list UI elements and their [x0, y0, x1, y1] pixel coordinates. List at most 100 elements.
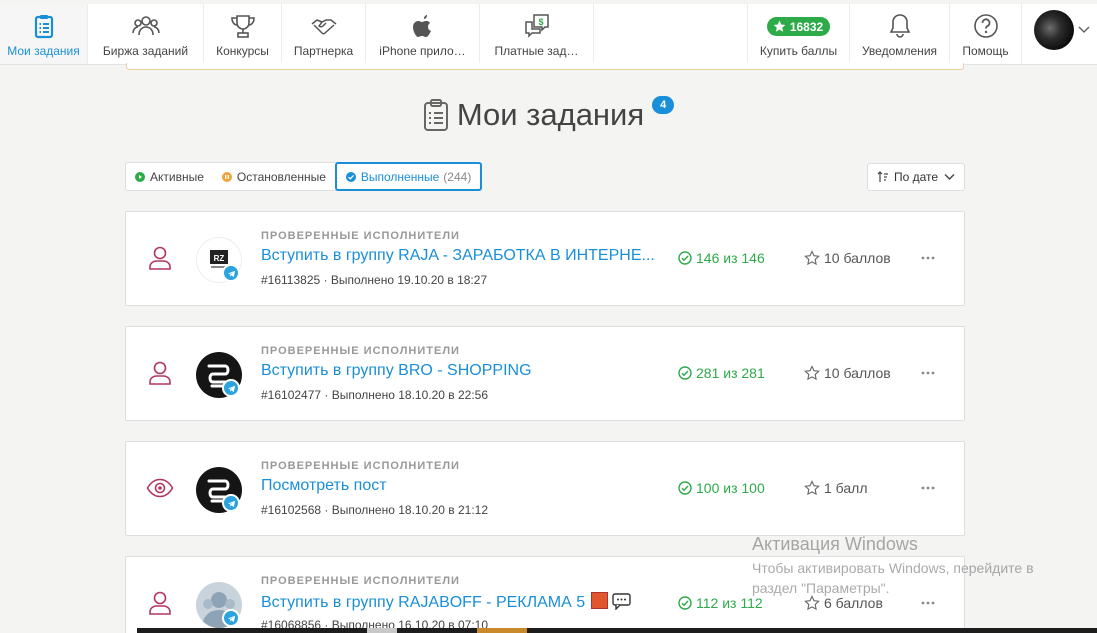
play-icon: [135, 171, 145, 182]
sort-dropdown[interactable]: По дате: [867, 163, 965, 191]
tab-stopped[interactable]: Остановленные: [213, 163, 335, 190]
tab-stopped-label: Остановленные: [236, 169, 326, 184]
task-title-link[interactable]: Вступить в группу RAJABOFF - РЕКЛАМА 5: [261, 592, 631, 612]
taskbar-item[interactable]: [367, 628, 397, 633]
users-icon: [131, 16, 160, 36]
os-taskbar: [137, 628, 1097, 633]
nav-partners[interactable]: Партнерка: [282, 4, 366, 64]
task-reward-value: 10 баллов: [824, 250, 891, 266]
more-options-icon[interactable]: [921, 256, 935, 260]
task-progress-value: 100 из 100: [696, 480, 765, 496]
task-progress: 146 из 146: [678, 250, 765, 266]
more-options-icon[interactable]: [921, 371, 935, 375]
nav-paid-tasks[interactable]: $ Платные зад…: [480, 4, 594, 64]
task-title-text: Вступить в группу RAJABOFF - РЕКЛАМА 5: [261, 594, 586, 611]
user-icon: [149, 591, 171, 615]
windows-activation-watermark: Активация Windows Чтобы активировать Win…: [752, 534, 1072, 598]
more-options-icon[interactable]: [921, 486, 935, 490]
user-icon: [149, 246, 171, 270]
notice-bar-edge: [126, 63, 964, 70]
task-kicker: Проверенные исполнители: [261, 460, 460, 472]
task-progress: 100 из 100: [678, 480, 765, 496]
task-progress: 281 из 281: [678, 365, 765, 381]
task-meta: #16102477 · Выполнено 18.10.20 в 22:56: [261, 388, 489, 402]
sos-emoji-icon: [591, 592, 609, 609]
check-circle-icon: [345, 171, 356, 182]
task-reward-value: 1 балл: [824, 480, 868, 496]
task-progress: 112 из 112: [678, 595, 763, 611]
tab-completed-label: Выполненные: [360, 169, 440, 184]
tab-active-label: Активные: [150, 169, 204, 184]
task-reward: 1 балл: [804, 480, 868, 496]
tab-active[interactable]: Активные: [126, 163, 213, 190]
nav-paid-tasks-label: Платные зад…: [494, 44, 579, 58]
tab-completed[interactable]: Выполненные (244): [334, 162, 483, 191]
buy-points-label: Купить баллы: [759, 44, 838, 58]
task-card[interactable]: Проверенные исполнители Вступить в групп…: [125, 326, 965, 421]
task-card[interactable]: Проверенные исполнители Посмотреть пост …: [125, 441, 965, 536]
taskbar-item[interactable]: [477, 628, 527, 633]
star-outline-icon: [804, 250, 820, 266]
help-label: Помощь: [962, 44, 1009, 58]
task-completed-date: Выполнено 18.10.20 в 22:56: [331, 388, 489, 402]
task-title-link[interactable]: Вступить в группу RAJA - ЗАРАБОТКА В ИНТ…: [261, 247, 655, 265]
star-icon: [773, 20, 786, 32]
chevron-down-icon[interactable]: [1078, 26, 1090, 34]
task-reward: 10 баллов: [804, 365, 891, 381]
avatar[interactable]: [1034, 10, 1074, 50]
task-id: #16113825: [261, 273, 321, 287]
nav-task-exchange[interactable]: Биржа заданий: [88, 4, 204, 64]
notifications-label: Уведомления: [861, 44, 938, 58]
paid-chat-icon: $: [524, 14, 549, 38]
points-balance-badge: 16832: [766, 17, 831, 36]
top-navigation: Мои задания Биржа заданий Конкурсы Партн…: [0, 4, 1097, 65]
sort-label: По дате: [893, 170, 939, 184]
tasks-count-badge: 4: [652, 96, 675, 114]
points-balance: 16832: [789, 19, 824, 34]
nav-contests-label: Конкурсы: [216, 44, 269, 58]
apple-icon: [412, 15, 431, 37]
telegram-icon: [222, 264, 240, 282]
page-header: Мои задания 4: [0, 96, 1097, 133]
nav-iphone-app[interactable]: iPhone прило…: [366, 4, 480, 64]
watermark-text: Чтобы активировать Windows, перейдите в …: [752, 560, 1034, 596]
help-icon: [973, 14, 998, 38]
watermark-heading: Активация Windows: [752, 534, 918, 554]
nav-partners-label: Партнерка: [293, 44, 354, 58]
task-meta: #16113825 · Выполнено 19.10.20 в 18:27: [261, 273, 488, 287]
check-circle-icon: [678, 481, 692, 495]
task-kicker: Проверенные исполнители: [261, 345, 460, 357]
nav-iphone-app-label: iPhone прило…: [379, 44, 466, 58]
task-id: #16102568: [261, 503, 322, 517]
speech-bubble-icon: [612, 593, 631, 610]
check-circle-icon: [678, 366, 692, 380]
task-kicker: Проверенные исполнители: [261, 230, 460, 242]
nav-my-tasks[interactable]: Мои задания: [0, 4, 88, 64]
sort-icon: [877, 171, 888, 182]
nav-notifications[interactable]: Уведомления: [849, 4, 949, 64]
task-reward-value: 10 баллов: [824, 365, 891, 381]
status-filter-tabs: Активные Остановленные Выполненные (244): [125, 162, 483, 191]
task-title-link[interactable]: Вступить в группу BRO - SHOPPING: [261, 362, 532, 380]
svg-text:$: $: [538, 17, 543, 27]
page-title: Мои задания: [456, 97, 645, 132]
task-id: #16102477: [261, 388, 322, 402]
nav-my-tasks-label: Мои задания: [7, 44, 80, 58]
nav-task-exchange-label: Биржа заданий: [102, 44, 189, 58]
pause-icon: [221, 171, 232, 182]
task-card[interactable]: RZ Проверенные исполнители Вступить в гр…: [125, 211, 965, 306]
check-circle-icon: [678, 251, 692, 265]
task-completed-date: Выполнено 19.10.20 в 18:27: [330, 273, 488, 287]
nav-contests[interactable]: Конкурсы: [204, 4, 282, 64]
svg-text:RZ: RZ: [214, 254, 225, 263]
trophy-icon: [230, 15, 255, 38]
more-options-icon[interactable]: [921, 601, 935, 605]
task-title-link[interactable]: Посмотреть пост: [261, 477, 387, 495]
task-progress-value: 146 из 146: [696, 250, 765, 266]
nav-help[interactable]: Помощь: [949, 4, 1021, 64]
bell-icon: [889, 14, 910, 38]
nav-buy-points[interactable]: 16832 Купить баллы: [747, 4, 849, 64]
star-outline-icon: [804, 365, 820, 381]
check-circle-icon: [678, 596, 692, 610]
task-progress-value: 281 из 281: [696, 365, 765, 381]
